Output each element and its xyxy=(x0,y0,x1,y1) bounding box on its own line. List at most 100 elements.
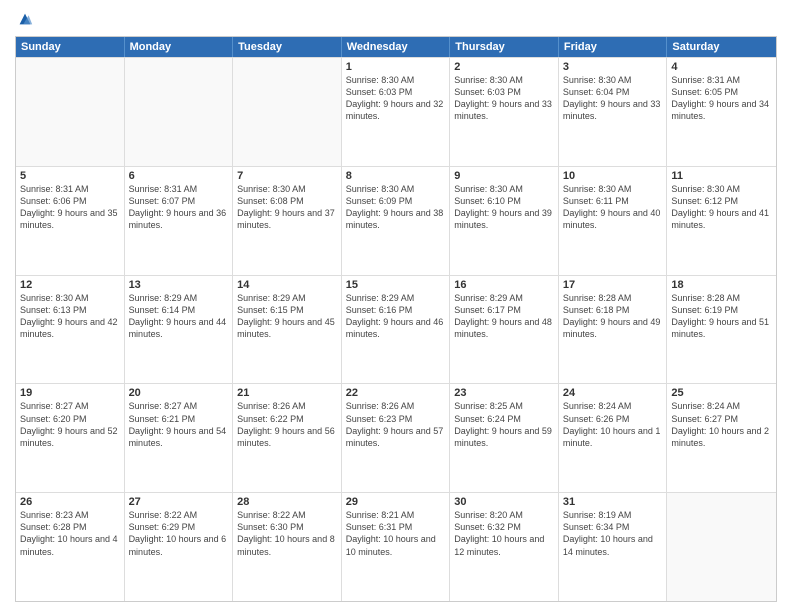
cell-info: Sunrise: 8:30 AM Sunset: 6:04 PM Dayligh… xyxy=(563,74,663,123)
cell-info: Sunrise: 8:30 AM Sunset: 6:03 PM Dayligh… xyxy=(346,74,446,123)
cell-info: Sunrise: 8:30 AM Sunset: 6:03 PM Dayligh… xyxy=(454,74,554,123)
day-number: 21 xyxy=(237,387,337,399)
weekday-header: Thursday xyxy=(450,37,559,57)
calendar-cell: 16Sunrise: 8:29 AM Sunset: 6:17 PM Dayli… xyxy=(450,276,559,384)
cell-info: Sunrise: 8:22 AM Sunset: 6:30 PM Dayligh… xyxy=(237,509,337,558)
calendar-cell: 4Sunrise: 8:31 AM Sunset: 6:05 PM Daylig… xyxy=(667,58,776,166)
day-number: 23 xyxy=(454,387,554,399)
day-number: 29 xyxy=(346,496,446,508)
day-number: 6 xyxy=(129,170,229,182)
cell-info: Sunrise: 8:26 AM Sunset: 6:22 PM Dayligh… xyxy=(237,400,337,449)
day-number: 16 xyxy=(454,279,554,291)
day-number: 25 xyxy=(671,387,772,399)
cell-info: Sunrise: 8:23 AM Sunset: 6:28 PM Dayligh… xyxy=(20,509,120,558)
calendar-header: SundayMondayTuesdayWednesdayThursdayFrid… xyxy=(16,37,776,57)
cell-info: Sunrise: 8:29 AM Sunset: 6:16 PM Dayligh… xyxy=(346,292,446,341)
day-number: 19 xyxy=(20,387,120,399)
calendar-row: 5Sunrise: 8:31 AM Sunset: 6:06 PM Daylig… xyxy=(16,166,776,275)
day-number: 2 xyxy=(454,61,554,73)
day-number: 24 xyxy=(563,387,663,399)
calendar-row: 19Sunrise: 8:27 AM Sunset: 6:20 PM Dayli… xyxy=(16,383,776,492)
weekday-header: Friday xyxy=(559,37,668,57)
day-number: 1 xyxy=(346,61,446,73)
day-number: 20 xyxy=(129,387,229,399)
calendar-cell: 20Sunrise: 8:27 AM Sunset: 6:21 PM Dayli… xyxy=(125,384,234,492)
day-number: 17 xyxy=(563,279,663,291)
day-number: 27 xyxy=(129,496,229,508)
day-number: 28 xyxy=(237,496,337,508)
calendar-cell: 2Sunrise: 8:30 AM Sunset: 6:03 PM Daylig… xyxy=(450,58,559,166)
calendar-cell: 1Sunrise: 8:30 AM Sunset: 6:03 PM Daylig… xyxy=(342,58,451,166)
calendar-cell: 9Sunrise: 8:30 AM Sunset: 6:10 PM Daylig… xyxy=(450,167,559,275)
day-number: 18 xyxy=(671,279,772,291)
calendar-cell: 18Sunrise: 8:28 AM Sunset: 6:19 PM Dayli… xyxy=(667,276,776,384)
calendar-cell xyxy=(16,58,125,166)
calendar-cell: 27Sunrise: 8:22 AM Sunset: 6:29 PM Dayli… xyxy=(125,493,234,601)
weekday-header: Sunday xyxy=(16,37,125,57)
day-number: 3 xyxy=(563,61,663,73)
day-number: 14 xyxy=(237,279,337,291)
calendar-cell: 26Sunrise: 8:23 AM Sunset: 6:28 PM Dayli… xyxy=(16,493,125,601)
calendar-cell: 10Sunrise: 8:30 AM Sunset: 6:11 PM Dayli… xyxy=(559,167,668,275)
cell-info: Sunrise: 8:29 AM Sunset: 6:14 PM Dayligh… xyxy=(129,292,229,341)
calendar-cell: 24Sunrise: 8:24 AM Sunset: 6:26 PM Dayli… xyxy=(559,384,668,492)
day-number: 5 xyxy=(20,170,120,182)
cell-info: Sunrise: 8:30 AM Sunset: 6:13 PM Dayligh… xyxy=(20,292,120,341)
day-number: 15 xyxy=(346,279,446,291)
cell-info: Sunrise: 8:30 AM Sunset: 6:08 PM Dayligh… xyxy=(237,183,337,232)
day-number: 30 xyxy=(454,496,554,508)
calendar-cell: 11Sunrise: 8:30 AM Sunset: 6:12 PM Dayli… xyxy=(667,167,776,275)
day-number: 12 xyxy=(20,279,120,291)
cell-info: Sunrise: 8:30 AM Sunset: 6:12 PM Dayligh… xyxy=(671,183,772,232)
cell-info: Sunrise: 8:29 AM Sunset: 6:15 PM Dayligh… xyxy=(237,292,337,341)
calendar: SundayMondayTuesdayWednesdayThursdayFrid… xyxy=(15,36,777,602)
calendar-cell: 13Sunrise: 8:29 AM Sunset: 6:14 PM Dayli… xyxy=(125,276,234,384)
day-number: 4 xyxy=(671,61,772,73)
cell-info: Sunrise: 8:28 AM Sunset: 6:19 PM Dayligh… xyxy=(671,292,772,341)
day-number: 31 xyxy=(563,496,663,508)
cell-info: Sunrise: 8:24 AM Sunset: 6:26 PM Dayligh… xyxy=(563,400,663,449)
day-number: 26 xyxy=(20,496,120,508)
calendar-cell: 6Sunrise: 8:31 AM Sunset: 6:07 PM Daylig… xyxy=(125,167,234,275)
header xyxy=(15,10,777,28)
cell-info: Sunrise: 8:30 AM Sunset: 6:11 PM Dayligh… xyxy=(563,183,663,232)
cell-info: Sunrise: 8:27 AM Sunset: 6:20 PM Dayligh… xyxy=(20,400,120,449)
cell-info: Sunrise: 8:31 AM Sunset: 6:05 PM Dayligh… xyxy=(671,74,772,123)
calendar-cell: 15Sunrise: 8:29 AM Sunset: 6:16 PM Dayli… xyxy=(342,276,451,384)
calendar-row: 1Sunrise: 8:30 AM Sunset: 6:03 PM Daylig… xyxy=(16,57,776,166)
calendar-row: 26Sunrise: 8:23 AM Sunset: 6:28 PM Dayli… xyxy=(16,492,776,601)
calendar-cell: 21Sunrise: 8:26 AM Sunset: 6:22 PM Dayli… xyxy=(233,384,342,492)
page: SundayMondayTuesdayWednesdayThursdayFrid… xyxy=(0,0,792,612)
calendar-cell: 22Sunrise: 8:26 AM Sunset: 6:23 PM Dayli… xyxy=(342,384,451,492)
calendar-cell: 17Sunrise: 8:28 AM Sunset: 6:18 PM Dayli… xyxy=(559,276,668,384)
day-number: 22 xyxy=(346,387,446,399)
calendar-cell: 8Sunrise: 8:30 AM Sunset: 6:09 PM Daylig… xyxy=(342,167,451,275)
weekday-header: Tuesday xyxy=(233,37,342,57)
day-number: 11 xyxy=(671,170,772,182)
cell-info: Sunrise: 8:24 AM Sunset: 6:27 PM Dayligh… xyxy=(671,400,772,449)
calendar-row: 12Sunrise: 8:30 AM Sunset: 6:13 PM Dayli… xyxy=(16,275,776,384)
calendar-body: 1Sunrise: 8:30 AM Sunset: 6:03 PM Daylig… xyxy=(16,57,776,601)
calendar-cell: 31Sunrise: 8:19 AM Sunset: 6:34 PM Dayli… xyxy=(559,493,668,601)
calendar-cell: 7Sunrise: 8:30 AM Sunset: 6:08 PM Daylig… xyxy=(233,167,342,275)
day-number: 13 xyxy=(129,279,229,291)
cell-info: Sunrise: 8:29 AM Sunset: 6:17 PM Dayligh… xyxy=(454,292,554,341)
calendar-cell xyxy=(667,493,776,601)
calendar-cell: 14Sunrise: 8:29 AM Sunset: 6:15 PM Dayli… xyxy=(233,276,342,384)
calendar-cell xyxy=(233,58,342,166)
cell-info: Sunrise: 8:30 AM Sunset: 6:09 PM Dayligh… xyxy=(346,183,446,232)
day-number: 9 xyxy=(454,170,554,182)
weekday-header: Saturday xyxy=(667,37,776,57)
calendar-cell: 29Sunrise: 8:21 AM Sunset: 6:31 PM Dayli… xyxy=(342,493,451,601)
cell-info: Sunrise: 8:27 AM Sunset: 6:21 PM Dayligh… xyxy=(129,400,229,449)
calendar-cell: 3Sunrise: 8:30 AM Sunset: 6:04 PM Daylig… xyxy=(559,58,668,166)
calendar-cell xyxy=(125,58,234,166)
calendar-cell: 28Sunrise: 8:22 AM Sunset: 6:30 PM Dayli… xyxy=(233,493,342,601)
cell-info: Sunrise: 8:20 AM Sunset: 6:32 PM Dayligh… xyxy=(454,509,554,558)
logo xyxy=(15,10,34,28)
logo-icon xyxy=(16,10,34,28)
calendar-cell: 5Sunrise: 8:31 AM Sunset: 6:06 PM Daylig… xyxy=(16,167,125,275)
weekday-header: Monday xyxy=(125,37,234,57)
cell-info: Sunrise: 8:26 AM Sunset: 6:23 PM Dayligh… xyxy=(346,400,446,449)
cell-info: Sunrise: 8:21 AM Sunset: 6:31 PM Dayligh… xyxy=(346,509,446,558)
